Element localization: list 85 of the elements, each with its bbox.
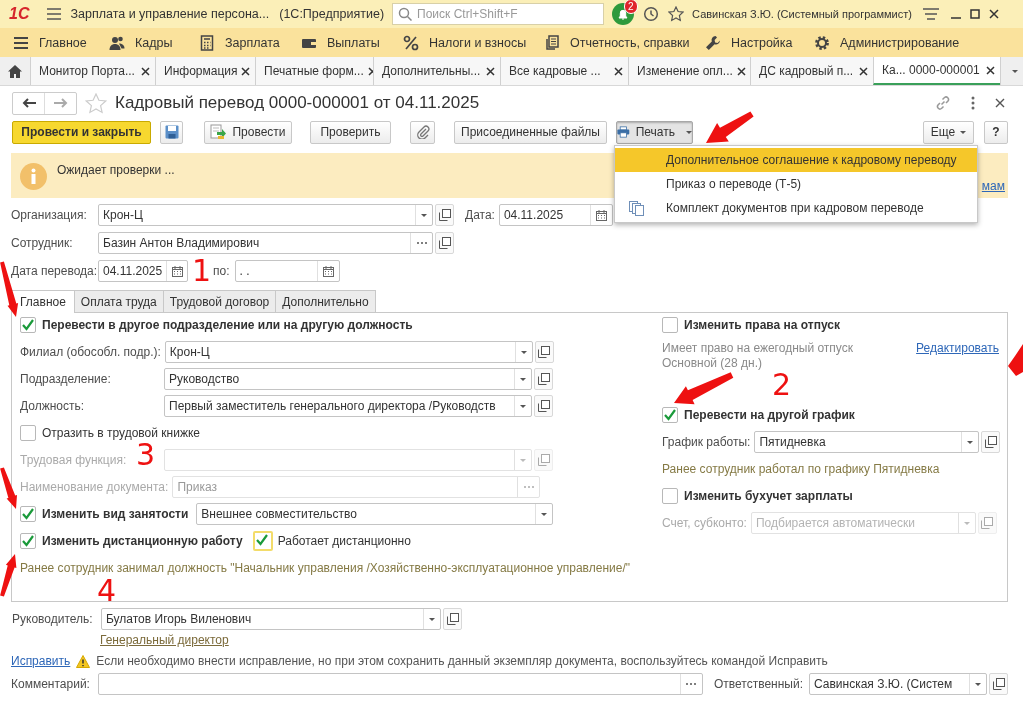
- message-link[interactable]: мам: [981, 179, 1005, 193]
- field-label: Трудовая функция:: [20, 453, 127, 467]
- document-tab[interactable]: Все кадровые ...: [500, 57, 628, 85]
- document-tab[interactable]: Информация: [155, 57, 255, 85]
- document-title: Кадровый перевод 0000-000001 от 04.11.2025: [115, 93, 480, 113]
- field-label: Филиал (обособл. подр.):: [20, 345, 161, 359]
- manager-field[interactable]: Булатов Игорь Виленович: [101, 608, 441, 630]
- section-link[interactable]: Налоги и взносы: [403, 34, 544, 51]
- field-label: Дата:: [465, 208, 495, 222]
- field-label: Руководитель:: [12, 612, 94, 626]
- post-and-close-button[interactable]: Провести и закрыть: [12, 120, 151, 144]
- toolbar-button[interactable]: Присоединенные файлы: [454, 120, 607, 144]
- field-label: Организация:: [11, 208, 88, 222]
- form-tab[interactable]: Дополнительно: [275, 290, 376, 312]
- status-message: Ожидает проверки ...: [57, 163, 175, 177]
- field-label: Сотрудник:: [11, 236, 74, 250]
- more-button[interactable]: Еще: [923, 120, 974, 144]
- section-link[interactable]: Зарплата: [199, 34, 301, 51]
- employee-field[interactable]: Базин Антон Владимирович: [98, 232, 433, 254]
- note-text: Ранее сотрудник работал по графику Пятидневка: [662, 462, 940, 476]
- annotation-number: 1: [192, 256, 212, 286]
- post-button[interactable]: Провести: [204, 120, 292, 144]
- section-link[interactable]: Кадры: [109, 34, 199, 51]
- field-label: Ответственный:: [713, 677, 803, 691]
- search-field[interactable]: Поиск Ctrl+Shift+F: [392, 3, 605, 25]
- toolbar-button[interactable]: Проверить: [310, 120, 391, 144]
- select-field[interactable]: Крон-Ц: [164, 341, 533, 363]
- help-button[interactable]: ?: [984, 120, 1008, 144]
- section-link[interactable]: Настройка: [705, 34, 814, 51]
- checkbox-label: Изменить вид занятости: [42, 507, 189, 521]
- field-label: Подразделение:: [20, 372, 111, 386]
- form-tab[interactable]: Оплата труда: [73, 290, 164, 312]
- checkbox-label: Перевести на другой график: [684, 408, 855, 422]
- checkbox-label: Отразить в трудовой книжке: [42, 426, 200, 440]
- platform-name: (1С:Предприятие): [279, 7, 385, 21]
- annotation-number: 3: [136, 440, 156, 470]
- field-label: Счет, субконто:: [662, 516, 747, 530]
- app-title: Зарплата и управление персона...: [70, 7, 270, 21]
- field-label: График работы:: [662, 435, 751, 449]
- menu-item[interactable]: Приказ о переводе (Т-5): [615, 172, 977, 196]
- position-link[interactable]: Генеральный директор: [100, 633, 229, 647]
- checkbox-label: Изменить дистанционную работу: [42, 534, 243, 548]
- menu-item[interactable]: Дополнительное соглашение к кадровому переводу: [615, 148, 977, 172]
- responsible-field[interactable]: Савинская З.Ю. (Систем: [809, 673, 987, 695]
- hint-text: Если необходимо внести исправление, но при этом сохранить данный экземпляр документа, воспользуйтесь командой Исправить: [96, 654, 828, 668]
- document-tab[interactable]: Ка... 0000-000001: [873, 57, 1000, 85]
- checkbox-label: Изменить бухучет зарплаты: [684, 489, 853, 503]
- document-tab[interactable]: ДС кадровый п...: [750, 57, 873, 85]
- form-tab[interactable]: Главное: [11, 290, 75, 313]
- annotation-number: 4: [97, 576, 117, 606]
- select-field[interactable]: Руководство: [164, 368, 532, 390]
- document-tab[interactable]: Изменение опл...: [628, 57, 750, 85]
- notification-badge: 2: [624, 0, 638, 14]
- checkbox-label: Перевести в другое подразделение или на другую должность: [42, 318, 413, 332]
- section-link[interactable]: Администрирование: [814, 34, 960, 51]
- section-link[interactable]: Главное: [13, 34, 109, 51]
- end-date-field[interactable]: . .: [234, 260, 340, 282]
- field-label: Наименование документа:: [20, 480, 169, 494]
- document-tab[interactable]: Монитор Порта...: [30, 57, 155, 85]
- edit-link[interactable]: Редактировать: [916, 341, 999, 355]
- field-label: Дата перевода:: [11, 264, 98, 278]
- checkbox-label: Работает дистанционно: [277, 534, 411, 548]
- date-field[interactable]: 04.11.2025: [498, 204, 613, 226]
- fix-link[interactable]: Исправить: [11, 654, 71, 668]
- menu-item[interactable]: Комплект документов при кадровом переводе: [615, 196, 977, 220]
- field-label: Комментарий:: [11, 677, 91, 691]
- select-field[interactable]: Внешнее совместительство: [196, 503, 554, 525]
- document-tab[interactable]: Дополнительны...: [373, 57, 500, 85]
- document-tab[interactable]: Печатные форм...: [255, 57, 373, 85]
- organization-field[interactable]: Крон-Ц: [98, 204, 433, 226]
- form-tab[interactable]: Трудовой договор: [162, 290, 277, 312]
- section-link[interactable]: Отчетность, справки: [544, 34, 705, 51]
- field-label: по:: [213, 264, 230, 278]
- transfer-date-field[interactable]: 04.11.2025: [98, 260, 188, 282]
- note-text: Ранее сотрудник занимал должность "Начальник управления /Хозяйственно-эксплуатационное управление/": [20, 561, 630, 575]
- app-logo: 1С: [9, 5, 30, 23]
- select-field[interactable]: Первый заместитель генерального директора /Руководств: [164, 395, 532, 417]
- field-label: Должность:: [20, 399, 85, 413]
- annotation-number: 2: [772, 370, 792, 400]
- select-field[interactable]: Пятидневка: [754, 431, 980, 453]
- info-text: Имеет право на ежегодный отпуск Основной (28 дн.): [662, 341, 854, 371]
- user-name[interactable]: Савинская З.Ю. (Системный программист): [692, 8, 912, 20]
- print-button[interactable]: Печать: [616, 120, 693, 144]
- section-link[interactable]: Выплаты: [301, 34, 403, 51]
- checkbox-label: Изменить права на отпуск: [684, 318, 840, 332]
